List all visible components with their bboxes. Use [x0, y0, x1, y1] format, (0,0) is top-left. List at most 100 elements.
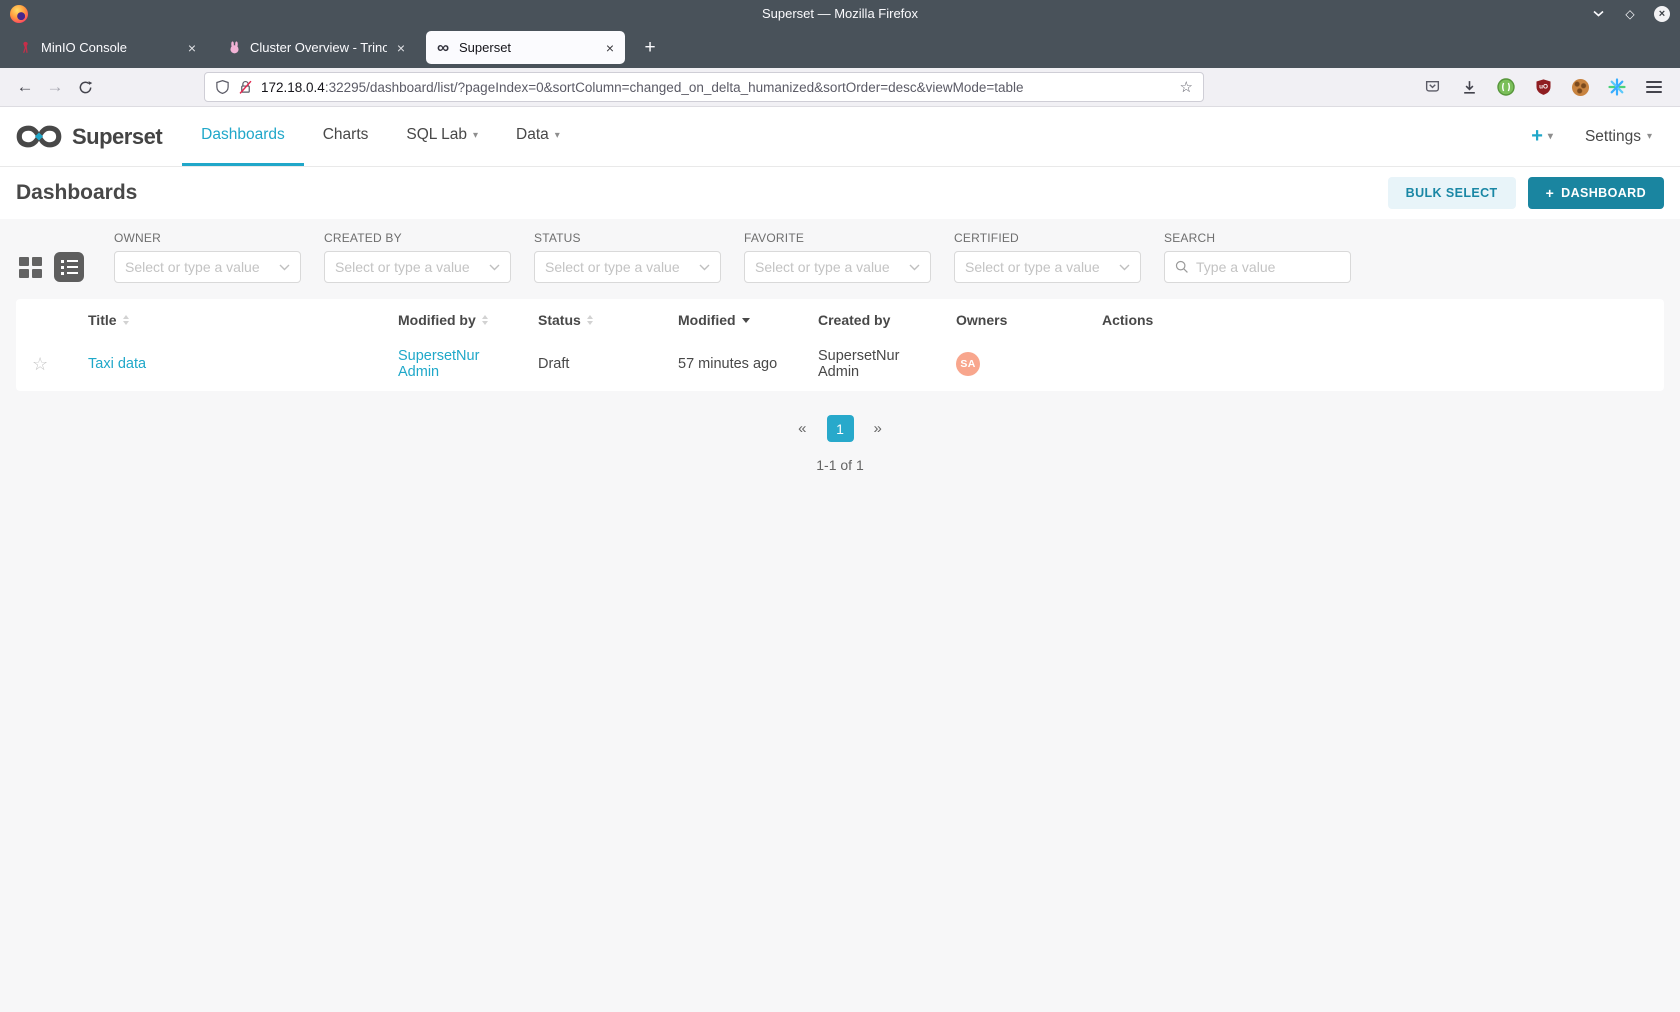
minio-favicon-icon	[17, 40, 33, 56]
tab-close-icon[interactable]: ×	[395, 40, 407, 56]
certified-select[interactable]: Select or type a value	[954, 251, 1141, 283]
next-page-button[interactable]: »	[874, 420, 882, 437]
window-minimize-button[interactable]	[1590, 6, 1606, 22]
insecure-lock-icon[interactable]	[238, 79, 253, 95]
tab-label: Superset	[459, 40, 596, 55]
favorite-star-icon[interactable]: ☆	[16, 340, 80, 391]
firefox-logo-icon	[10, 5, 28, 23]
filter-label: OWNER	[114, 231, 301, 245]
browser-toolbar: ← → 172.18.0.4:32295/dashboard/list/?pag…	[0, 68, 1680, 107]
new-item-menu[interactable]: +▾	[1531, 125, 1553, 148]
nav-item-data[interactable]: Data ▾	[497, 107, 579, 166]
filter-status: STATUS Select or type a value	[534, 231, 721, 283]
new-dashboard-label: DASHBOARD	[1561, 186, 1646, 200]
column-label: Created by	[818, 312, 890, 328]
back-button[interactable]: ←	[10, 72, 40, 102]
new-tab-button[interactable]: +	[635, 33, 665, 63]
column-label: Actions	[1102, 312, 1153, 328]
dashboards-table-card: Title Modified by Status Modified Create…	[16, 299, 1664, 391]
plus-icon: +	[1546, 185, 1555, 201]
page-1-button[interactable]: 1	[827, 415, 854, 442]
filter-label: SEARCH	[1164, 231, 1351, 245]
owner-avatar[interactable]: SA	[956, 352, 980, 376]
chevron-down-icon	[279, 264, 290, 271]
tab-minio-console[interactable]: MinIO Console ×	[8, 31, 207, 64]
status-select[interactable]: Select or type a value	[534, 251, 721, 283]
owner-select[interactable]: Select or type a value	[114, 251, 301, 283]
modified-by-link[interactable]: SupersetNur Admin	[398, 348, 479, 380]
actions-cell	[1094, 340, 1664, 391]
filter-label: FAVORITE	[744, 231, 931, 245]
tab-label: MinIO Console	[41, 40, 178, 55]
header-actions: Actions	[1094, 299, 1664, 340]
tab-close-icon[interactable]: ×	[604, 40, 616, 56]
search-icon	[1175, 260, 1189, 274]
reload-button[interactable]	[70, 72, 100, 102]
nav-item-charts[interactable]: Charts	[304, 107, 388, 166]
plus-icon: +	[1531, 125, 1543, 148]
shield-permissions-icon[interactable]	[215, 79, 230, 95]
header-owners: Owners	[948, 299, 1094, 340]
filter-search: SEARCH	[1164, 231, 1351, 283]
settings-menu[interactable]: Settings▾	[1585, 128, 1652, 146]
created-by-select[interactable]: Select or type a value	[324, 251, 511, 283]
header-status[interactable]: Status	[530, 299, 670, 340]
header-modified[interactable]: Modified	[670, 299, 810, 340]
window-maximize-button[interactable]: ◇	[1622, 6, 1638, 22]
caret-down-icon: ▾	[555, 130, 560, 141]
superset-logo[interactable]: Superset	[16, 107, 162, 166]
select-placeholder: Select or type a value	[965, 259, 1119, 275]
window-titlebar: Superset — Mozilla Firefox ◇ ×	[0, 0, 1680, 27]
container-tabs-icon[interactable]	[1607, 77, 1627, 97]
window-title: Superset — Mozilla Firefox	[762, 6, 918, 21]
trino-favicon-icon	[226, 40, 242, 56]
bulk-select-button[interactable]: BULK SELECT	[1388, 177, 1516, 209]
header-title[interactable]: Title	[80, 299, 390, 340]
chevron-down-icon	[1119, 264, 1130, 271]
brand-name: Superset	[72, 124, 162, 150]
downloads-icon[interactable]	[1459, 77, 1479, 97]
browser-window: Superset — Mozilla Firefox ◇ × MinIO Con…	[0, 0, 1680, 1012]
adblock-badge-text: uO	[1539, 84, 1548, 91]
sort-icon	[482, 315, 488, 325]
chevron-down-icon	[1593, 10, 1604, 17]
dashboard-title-link[interactable]: Taxi data	[88, 356, 146, 372]
created-by-cell: SupersetNur Admin	[810, 340, 948, 391]
adblock-shield-icon[interactable]: uO	[1533, 77, 1553, 97]
card-view-toggle[interactable]	[16, 253, 44, 281]
table-row: ☆ Taxi data SupersetNur Admin Draft 57 m…	[16, 340, 1664, 391]
tab-trino-cluster-overview[interactable]: Cluster Overview - Trino ×	[217, 31, 416, 64]
sort-desc-icon	[742, 318, 750, 323]
chevron-down-icon	[699, 264, 710, 271]
filter-label: CERTIFIED	[954, 231, 1141, 245]
superset-infinity-icon	[16, 123, 62, 150]
column-label: Owners	[956, 312, 1007, 328]
nav-item-dashboards[interactable]: Dashboards	[182, 107, 304, 166]
list-view-toggle[interactable]	[54, 252, 84, 282]
chevron-down-icon	[909, 264, 920, 271]
tab-superset[interactable]: ∞ Superset ×	[426, 31, 625, 64]
nav-label: Data	[516, 126, 549, 144]
tab-label: Cluster Overview - Trino	[250, 40, 387, 55]
select-placeholder: Select or type a value	[545, 259, 699, 275]
filter-owner: OWNER Select or type a value	[114, 231, 301, 283]
favorite-select[interactable]: Select or type a value	[744, 251, 931, 283]
cookie-extension-icon[interactable]	[1570, 77, 1590, 97]
search-input[interactable]	[1196, 259, 1340, 275]
pocket-save-icon[interactable]	[1422, 77, 1442, 97]
window-close-button[interactable]: ×	[1654, 6, 1670, 22]
privacy-extension-icon[interactable]	[1496, 77, 1516, 97]
forward-button[interactable]: →	[40, 72, 70, 102]
header-modified-by[interactable]: Modified by	[390, 299, 530, 340]
url-bar[interactable]: 172.18.0.4:32295/dashboard/list/?pageInd…	[204, 72, 1204, 102]
select-placeholder: Select or type a value	[125, 259, 279, 275]
filter-certified: CERTIFIED Select or type a value	[954, 231, 1141, 283]
select-placeholder: Select or type a value	[335, 259, 489, 275]
bookmark-star-icon[interactable]: ☆	[1180, 78, 1193, 96]
menu-icon[interactable]	[1644, 77, 1664, 97]
tab-close-icon[interactable]: ×	[186, 40, 198, 56]
new-dashboard-button[interactable]: + DASHBOARD	[1528, 177, 1664, 209]
previous-page-button[interactable]: «	[798, 420, 806, 437]
search-field[interactable]	[1164, 251, 1351, 283]
nav-item-sql-lab[interactable]: SQL Lab▾	[387, 107, 497, 166]
